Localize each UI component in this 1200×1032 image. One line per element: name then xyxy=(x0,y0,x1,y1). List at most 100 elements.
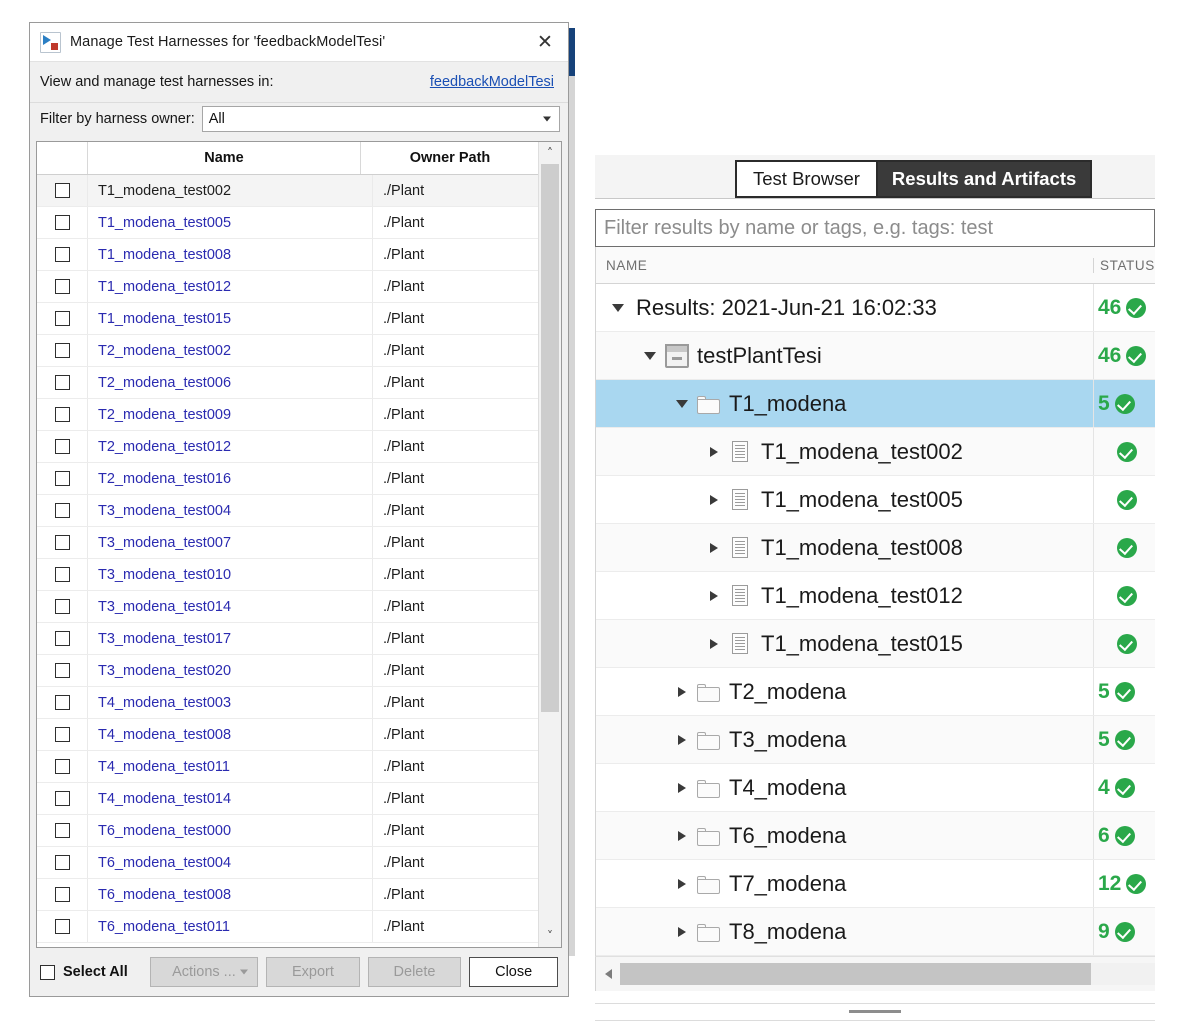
tree-row[interactable]: T1_modena_test015 xyxy=(596,620,1155,668)
results-horizontal-scrollbar[interactable] xyxy=(595,956,1155,991)
row-checkbox[interactable] xyxy=(55,663,70,678)
chevron-right-icon[interactable] xyxy=(706,639,722,649)
chevron-right-icon[interactable] xyxy=(706,495,722,505)
table-row[interactable]: T3_modena_test017./Plant xyxy=(37,623,561,655)
scroll-up-icon[interactable]: ˄ xyxy=(539,142,561,164)
row-harness-name[interactable]: T6_modena_test011 xyxy=(88,911,373,942)
header-name[interactable]: Name xyxy=(88,142,361,174)
tree-row[interactable]: T7_modena12 xyxy=(596,860,1155,908)
tree-row[interactable]: T1_modena_test005 xyxy=(596,476,1155,524)
table-row[interactable]: T2_modena_test002./Plant xyxy=(37,335,561,367)
results-filter-input[interactable]: Filter results by name or tags, e.g. tag… xyxy=(595,209,1155,247)
row-checkbox[interactable] xyxy=(55,919,70,934)
tree-row[interactable]: T4_modena4 xyxy=(596,764,1155,812)
chevron-right-icon[interactable] xyxy=(674,735,690,745)
table-row[interactable]: T2_modena_test009./Plant xyxy=(37,399,561,431)
filter-owner-select[interactable]: All xyxy=(202,106,560,132)
scrollbar-thumb[interactable] xyxy=(541,164,559,712)
row-harness-name[interactable]: T3_modena_test010 xyxy=(88,559,373,590)
row-harness-name[interactable]: T2_modena_test002 xyxy=(88,335,373,366)
table-row[interactable]: T1_modena_test002./Plant xyxy=(37,175,561,207)
chevron-right-icon[interactable] xyxy=(706,543,722,553)
table-row[interactable]: T2_modena_test006./Plant xyxy=(37,367,561,399)
table-row[interactable]: T6_modena_test008./Plant xyxy=(37,879,561,911)
row-harness-name[interactable]: T1_modena_test012 xyxy=(88,271,373,302)
select-all-box[interactable] xyxy=(40,965,55,980)
table-row[interactable]: T4_modena_test003./Plant xyxy=(37,687,561,719)
chevron-right-icon[interactable] xyxy=(706,591,722,601)
tree-row[interactable]: T1_modena_test002 xyxy=(596,428,1155,476)
export-button[interactable]: Export xyxy=(266,957,360,987)
row-checkbox[interactable] xyxy=(55,791,70,806)
chevron-right-icon[interactable] xyxy=(674,687,690,697)
table-row[interactable]: T1_modena_test008./Plant xyxy=(37,239,561,271)
row-checkbox[interactable] xyxy=(55,823,70,838)
table-row[interactable]: T1_modena_test012./Plant xyxy=(37,271,561,303)
scrollbar-track[interactable] xyxy=(539,164,561,925)
table-row[interactable]: T3_modena_test010./Plant xyxy=(37,559,561,591)
row-harness-name[interactable]: T2_modena_test006 xyxy=(88,367,373,398)
row-harness-name[interactable]: T3_modena_test004 xyxy=(88,495,373,526)
row-checkbox[interactable] xyxy=(55,599,70,614)
table-row[interactable]: T3_modena_test007./Plant xyxy=(37,527,561,559)
table-row[interactable]: T1_modena_test015./Plant xyxy=(37,303,561,335)
row-harness-name[interactable]: T6_modena_test000 xyxy=(88,815,373,846)
table-row[interactable]: T6_modena_test004./Plant xyxy=(37,847,561,879)
row-checkbox[interactable] xyxy=(55,279,70,294)
row-checkbox[interactable] xyxy=(55,503,70,518)
table-vertical-scrollbar[interactable]: ˄ ˅ xyxy=(538,142,561,947)
panel-splitter[interactable] xyxy=(595,1003,1155,1021)
scroll-down-icon[interactable]: ˅ xyxy=(539,925,561,947)
row-checkbox[interactable] xyxy=(55,695,70,710)
tree-row[interactable]: T6_modena6 xyxy=(596,812,1155,860)
hscrollbar-thumb[interactable] xyxy=(620,963,1091,985)
row-harness-name[interactable]: T3_modena_test017 xyxy=(88,623,373,654)
row-harness-name[interactable]: T3_modena_test020 xyxy=(88,655,373,686)
row-harness-name[interactable]: T6_modena_test008 xyxy=(88,879,373,910)
chevron-down-icon[interactable] xyxy=(674,400,690,408)
row-harness-name[interactable]: T2_modena_test009 xyxy=(88,399,373,430)
row-checkbox[interactable] xyxy=(55,247,70,262)
row-harness-name[interactable]: T4_modena_test014 xyxy=(88,783,373,814)
tab-test-browser[interactable]: Test Browser xyxy=(735,160,878,198)
column-header-status[interactable]: STATUS xyxy=(1093,258,1155,273)
row-checkbox[interactable] xyxy=(55,535,70,550)
row-checkbox[interactable] xyxy=(55,887,70,902)
table-row[interactable]: T4_modena_test011./Plant xyxy=(37,751,561,783)
table-row[interactable]: T3_modena_test014./Plant xyxy=(37,591,561,623)
tree-row[interactable]: T1_modena_test012 xyxy=(596,572,1155,620)
chevron-right-icon[interactable] xyxy=(674,927,690,937)
row-checkbox[interactable] xyxy=(55,311,70,326)
row-harness-name[interactable]: T2_modena_test012 xyxy=(88,431,373,462)
chevron-down-icon[interactable] xyxy=(642,352,658,360)
tree-row[interactable]: T3_modena5 xyxy=(596,716,1155,764)
row-harness-name[interactable]: T3_modena_test014 xyxy=(88,591,373,622)
row-harness-name[interactable]: T3_modena_test007 xyxy=(88,527,373,558)
close-icon[interactable]: ✕ xyxy=(528,25,562,59)
row-checkbox[interactable] xyxy=(55,343,70,358)
table-row[interactable]: T6_modena_test000./Plant xyxy=(37,815,561,847)
row-harness-name[interactable]: T4_modena_test003 xyxy=(88,687,373,718)
row-checkbox[interactable] xyxy=(55,375,70,390)
close-button[interactable]: Close xyxy=(469,957,558,987)
tree-row[interactable]: T8_modena9 xyxy=(596,908,1155,956)
select-all-checkbox[interactable]: Select All xyxy=(40,964,128,980)
chevron-right-icon[interactable] xyxy=(674,831,690,841)
row-harness-name[interactable]: T1_modena_test015 xyxy=(88,303,373,334)
tree-row[interactable]: Results: 2021-Jun-21 16:02:3346 xyxy=(596,284,1155,332)
row-harness-name[interactable]: T6_modena_test004 xyxy=(88,847,373,878)
scroll-left-icon[interactable] xyxy=(596,969,620,979)
hscrollbar-track[interactable] xyxy=(620,963,1155,985)
delete-button[interactable]: Delete xyxy=(368,957,462,987)
tree-row[interactable]: T2_modena5 xyxy=(596,668,1155,716)
table-row[interactable]: T2_modena_test016./Plant xyxy=(37,463,561,495)
row-harness-name[interactable]: T2_modena_test016 xyxy=(88,463,373,494)
row-checkbox[interactable] xyxy=(55,855,70,870)
table-row[interactable]: T6_modena_test011./Plant xyxy=(37,911,561,943)
actions-button[interactable]: Actions ... xyxy=(150,957,258,987)
row-checkbox[interactable] xyxy=(55,727,70,742)
row-harness-name[interactable]: T1_modena_test005 xyxy=(88,207,373,238)
row-checkbox[interactable] xyxy=(55,631,70,646)
table-row[interactable]: T4_modena_test014./Plant xyxy=(37,783,561,815)
tree-row[interactable]: testPlantTesi46 xyxy=(596,332,1155,380)
